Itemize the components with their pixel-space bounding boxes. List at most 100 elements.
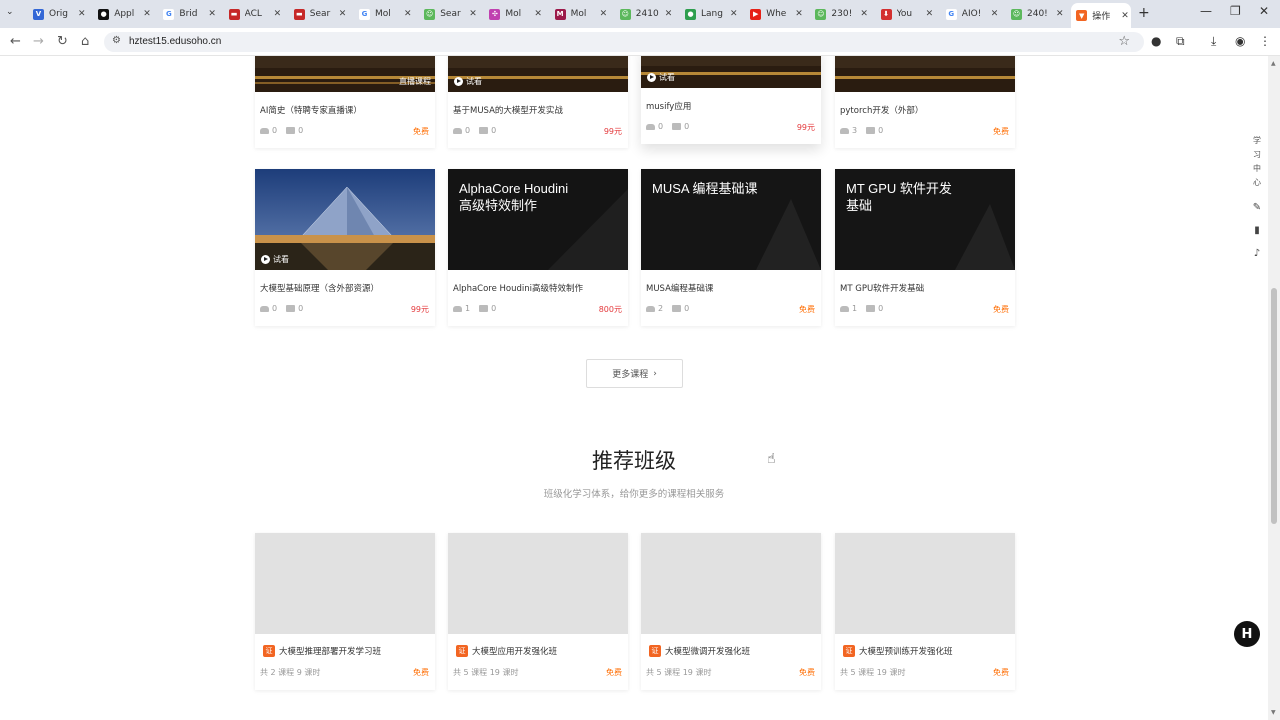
course-card[interactable]: pytorch开发（外部） 3 0 免费	[835, 56, 1015, 148]
extensions-puzzle-icon[interactable]: ⧉	[1176, 34, 1185, 49]
browser-menu-icon[interactable]: ⋮	[1259, 34, 1271, 48]
course-thumbnail[interactable]: 试看	[641, 56, 821, 88]
browser-tab[interactable]: ▬ ACL ✕	[224, 3, 284, 25]
course-title[interactable]: pytorch开发（外部）	[840, 104, 923, 116]
course-thumbnail[interactable]: 试看	[255, 169, 435, 270]
minimize-window-icon[interactable]: —	[1200, 4, 1212, 18]
assistant-h-logo[interactable]: H	[1234, 621, 1260, 647]
close-window-icon[interactable]: ✕	[1259, 4, 1269, 18]
browser-tab[interactable]: ▼ 操作 ✕	[1071, 3, 1132, 28]
tab-close-icon[interactable]: ✕	[78, 9, 86, 19]
pencil-icon[interactable]: ✎	[1248, 202, 1266, 213]
class-thumbnail[interactable]	[255, 533, 435, 634]
course-card[interactable]: AlphaCore Houdini 高级特效制作 AlphaCore Houdi…	[448, 169, 628, 326]
course-thumbnail[interactable]: 试看	[448, 56, 628, 92]
browser-tab[interactable]: ☺ 2410 ✕	[615, 3, 675, 25]
downloads-icon[interactable]: ⤓	[1211, 34, 1216, 49]
tab-close-icon[interactable]: ✕	[404, 9, 412, 19]
tab-close-icon[interactable]: ✕	[600, 9, 608, 19]
class-card[interactable]: 证大模型预训练开发强化班 共 5 课程 19 课时 免费	[835, 533, 1015, 690]
course-card[interactable]: 直播课程 AI简史（特聘专家直播课） 0 0 免费	[255, 56, 435, 148]
course-card[interactable]: 试看 musify应用 0 0 99元	[641, 56, 821, 144]
more-courses-button[interactable]: 更多课程 ›	[586, 359, 683, 388]
browser-tab[interactable]: ▶ Whe ✕	[745, 3, 805, 25]
browser-tab[interactable]: G Mol ✕	[354, 3, 414, 25]
new-tab-button[interactable]: +	[1138, 5, 1150, 21]
back-arrow-icon[interactable]: ←	[10, 34, 21, 49]
address-url[interactable]: hztest15.edusoho.cn	[129, 36, 221, 47]
browser-tab[interactable]: G Brid ✕	[158, 3, 218, 25]
tab-close-icon[interactable]: ✕	[665, 9, 673, 19]
class-card[interactable]: 证大模型推理部署开发学习班 共 2 课程 9 课时 免费	[255, 533, 435, 690]
tab-close-icon[interactable]: ✕	[274, 9, 282, 19]
tab-close-icon[interactable]: ✕	[143, 9, 151, 19]
browser-tab[interactable]: ● Appl ✕	[93, 3, 153, 25]
browser-tab[interactable]: ☺ 230! ✕	[810, 3, 870, 25]
class-card[interactable]: 证大模型微调开发强化班 共 5 课程 19 课时 免费	[641, 533, 821, 690]
class-title[interactable]: 证大模型推理部署开发学习班	[263, 645, 381, 657]
course-title[interactable]: 大模型基础原理（含外部资源）	[260, 282, 379, 294]
browser-tab[interactable]: M Mol ✕	[550, 3, 610, 25]
tab-close-icon[interactable]: ✕	[926, 9, 934, 19]
browser-tab[interactable]: ● Lang ✕	[680, 3, 740, 25]
browser-tab[interactable]: ⬇ You ✕	[876, 3, 936, 25]
class-card[interactable]: 证大模型应用开发强化班 共 5 课程 19 课时 免费	[448, 533, 628, 690]
tab-close-icon[interactable]: ✕	[469, 9, 477, 19]
browser-tab[interactable]: G AIO! ✕	[941, 3, 1001, 25]
tab-close-icon[interactable]: ✕	[339, 9, 347, 19]
bookmark-star-icon[interactable]: ☆	[1118, 34, 1130, 49]
course-title[interactable]: 基于MUSA的大模型开发实战	[453, 104, 563, 116]
browser-tab[interactable]: V Orig ✕	[28, 3, 88, 25]
address-bar[interactable]: ⚙ hztest15.edusoho.cn ☆	[104, 32, 1144, 52]
tab-search-chevron-icon[interactable]: ⌄	[6, 7, 14, 17]
tab-close-icon[interactable]: ✕	[208, 9, 216, 19]
class-title[interactable]: 证大模型应用开发强化班	[456, 645, 557, 657]
tab-close-icon[interactable]: ✕	[1056, 9, 1064, 19]
class-thumbnail[interactable]	[835, 533, 1015, 634]
course-thumbnail[interactable]	[835, 56, 1015, 92]
restore-window-icon[interactable]: ❐	[1230, 4, 1241, 18]
class-title[interactable]: 证大模型微调开发强化班	[649, 645, 750, 657]
tab-close-icon[interactable]: ✕	[795, 9, 803, 19]
tab-close-icon[interactable]: ✕	[991, 9, 999, 19]
course-thumbnail[interactable]: MT GPU 软件开发 基础	[835, 169, 1015, 270]
tab-close-icon[interactable]: ✕	[730, 9, 738, 19]
page-scrollbar[interactable]: ▲ ▼	[1268, 56, 1280, 720]
course-title[interactable]: MT GPU软件开发基础	[840, 282, 924, 294]
course-title[interactable]: AI简史（特聘专家直播课）	[260, 104, 362, 116]
course-thumbnail[interactable]: 直播课程	[255, 56, 435, 92]
browser-tab[interactable]: ☺ Sear ✕	[419, 3, 479, 25]
class-thumbnail[interactable]	[641, 533, 821, 634]
course-card[interactable]: 试看 大模型基础原理（含外部资源） 0 0 99元	[255, 169, 435, 326]
course-card[interactable]: MT GPU 软件开发 基础 MT GPU软件开发基础 1 0 免费	[835, 169, 1015, 326]
class-price: 免费	[413, 668, 429, 677]
bell-icon[interactable]: ♪	[1248, 248, 1266, 259]
tab-close-icon[interactable]: ✕	[1121, 11, 1129, 21]
course-title[interactable]: AlphaCore Houdini高级特效制作	[453, 282, 583, 294]
class-thumbnail[interactable]	[448, 533, 628, 634]
extension-k-icon[interactable]: ●	[1151, 34, 1161, 48]
browser-tab[interactable]: ▬ Sear ✕	[289, 3, 349, 25]
course-card[interactable]: 试看 基于MUSA的大模型开发实战 0 0 99元	[448, 56, 628, 148]
profile-avatar-icon[interactable]: ◉	[1235, 34, 1245, 48]
learning-center-link[interactable]: 学 习 中 心	[1248, 134, 1266, 190]
scrollbar-thumb[interactable]	[1271, 288, 1277, 524]
course-title[interactable]: musify应用	[646, 100, 691, 112]
course-thumbnail[interactable]: MUSA 编程基础课	[641, 169, 821, 270]
forward-arrow-icon[interactable]: →	[33, 34, 44, 49]
course-card[interactable]: MUSA 编程基础课 MUSA编程基础课 2 0 免费	[641, 169, 821, 326]
notebook-icon[interactable]: ▮	[1248, 225, 1266, 236]
scroll-down-icon[interactable]: ▼	[1271, 709, 1276, 716]
site-info-icon[interactable]: ⚙	[112, 35, 121, 46]
course-thumbnail[interactable]: AlphaCore Houdini 高级特效制作	[448, 169, 628, 270]
home-icon[interactable]: ⌂	[81, 34, 89, 49]
tab-favicon-icon: ✣	[489, 8, 501, 20]
tab-close-icon[interactable]: ✕	[534, 9, 542, 19]
browser-tab[interactable]: ☺ 240! ✕	[1006, 3, 1066, 25]
scroll-up-icon[interactable]: ▲	[1271, 60, 1276, 67]
browser-tab[interactable]: ✣ Mol ✕	[484, 3, 544, 25]
reload-icon[interactable]: ↻	[57, 34, 68, 49]
tab-close-icon[interactable]: ✕	[860, 9, 868, 19]
course-title[interactable]: MUSA编程基础课	[646, 282, 713, 294]
class-title[interactable]: 证大模型预训练开发强化班	[843, 645, 953, 657]
